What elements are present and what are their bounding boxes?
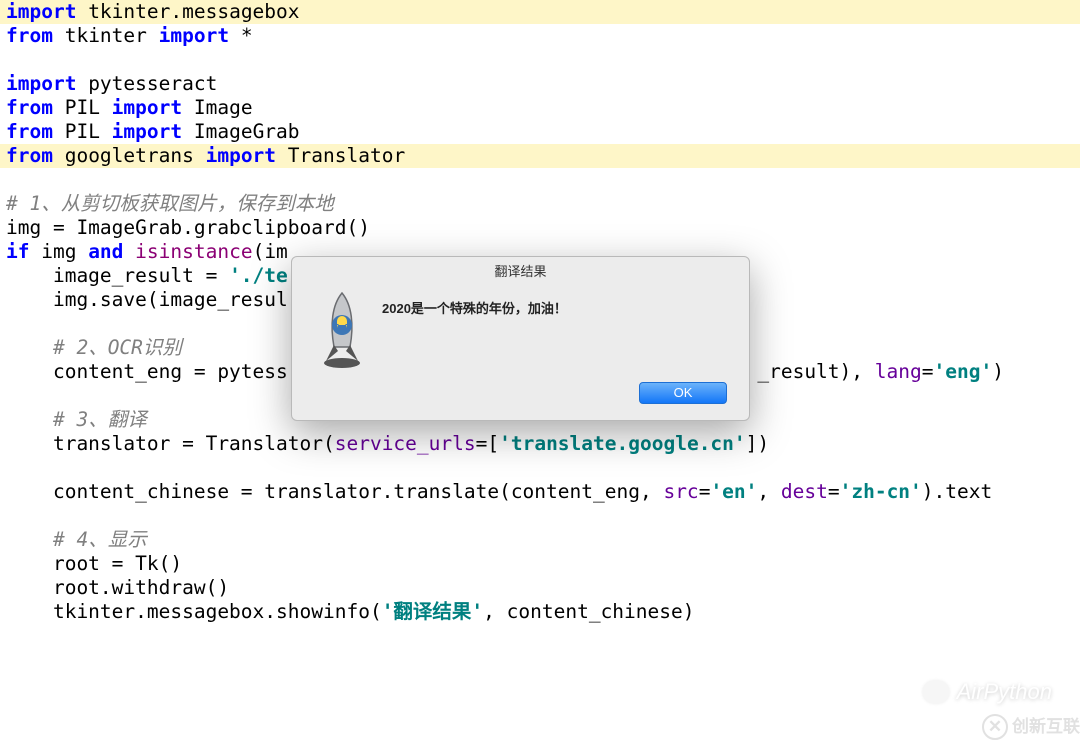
code-token: content_chinese = translator.translate(c… bbox=[6, 480, 663, 503]
code-token: img = ImageGrab.grabclipboard() bbox=[6, 216, 370, 239]
code-token: = bbox=[828, 480, 840, 503]
code-token: PIL bbox=[53, 96, 112, 119]
code-token: ).text bbox=[922, 480, 992, 503]
code-token: import bbox=[159, 24, 229, 47]
code-token: PIL bbox=[53, 120, 112, 143]
code-line: # 4、显示 bbox=[0, 528, 1080, 552]
code-token: lang bbox=[875, 360, 922, 383]
code-token: tkinter bbox=[53, 24, 159, 47]
code-token: , content_chinese) bbox=[483, 600, 694, 623]
wechat-icon bbox=[923, 681, 949, 703]
code-token bbox=[6, 336, 53, 359]
code-token: = bbox=[922, 360, 934, 383]
dialog-body: 2020是一个特殊的年份，加油！ bbox=[292, 279, 749, 365]
code-token: from bbox=[6, 144, 53, 167]
code-line: import pytesseract bbox=[0, 72, 1080, 96]
code-token: import bbox=[6, 0, 76, 23]
code-token bbox=[6, 408, 53, 431]
code-line: tkinter.messagebox.showinfo('翻译结果', cont… bbox=[0, 600, 1080, 624]
code-token: # 4、显示 bbox=[53, 528, 147, 551]
code-token: import bbox=[112, 96, 182, 119]
code-token: pytesseract bbox=[76, 72, 217, 95]
code-token: dest bbox=[781, 480, 828, 503]
code-line: root = Tk() bbox=[0, 552, 1080, 576]
code-token: root = Tk() bbox=[6, 552, 182, 575]
code-token: from bbox=[6, 24, 53, 47]
code-token: ]) bbox=[746, 432, 769, 455]
code-token: './te bbox=[229, 264, 288, 287]
watermark-brand-label: 创新互联 bbox=[1012, 715, 1080, 739]
dialog-title: 翻译结果 bbox=[292, 257, 749, 279]
code-token: if bbox=[6, 240, 29, 263]
code-token: =[ bbox=[476, 432, 499, 455]
brand-badge-icon: ✕ bbox=[982, 714, 1008, 740]
watermark-wechat: AirPython bbox=[923, 680, 1052, 704]
code-line: from googletrans import Translator bbox=[0, 144, 1080, 168]
ok-button[interactable]: OK bbox=[639, 382, 727, 404]
code-line: from PIL import Image bbox=[0, 96, 1080, 120]
code-token: img.save(image_resul bbox=[6, 288, 288, 311]
watermark-brand: ✕ 创新互联 bbox=[982, 714, 1080, 740]
code-token: service_urls bbox=[335, 432, 476, 455]
code-line: root.withdraw() bbox=[0, 576, 1080, 600]
code-line bbox=[0, 456, 1080, 480]
code-token: # 2、OCR识别 bbox=[53, 336, 182, 359]
dialog-actions: OK bbox=[639, 382, 727, 404]
code-token: src bbox=[663, 480, 698, 503]
code-token: translator = Translator( bbox=[6, 432, 335, 455]
code-token bbox=[6, 528, 53, 551]
code-token: tkinter.messagebox.showinfo( bbox=[6, 600, 382, 623]
code-line bbox=[0, 504, 1080, 528]
code-line bbox=[0, 168, 1080, 192]
code-token: from bbox=[6, 120, 53, 143]
code-line: from PIL import ImageGrab bbox=[0, 120, 1080, 144]
code-token: ImageGrab bbox=[182, 120, 299, 143]
code-token: 'translate.google.cn' bbox=[499, 432, 746, 455]
code-token: 'zh-cn' bbox=[840, 480, 922, 503]
code-token: tkinter.messagebox bbox=[76, 0, 299, 23]
code-token: * bbox=[229, 24, 252, 47]
code-token: image_result = bbox=[6, 264, 229, 287]
code-token: isinstance bbox=[135, 240, 252, 263]
code-token: img bbox=[29, 240, 88, 263]
messagebox-dialog: 翻译结果 2020是一个特殊的年份，加油！ OK bbox=[291, 256, 750, 421]
code-line bbox=[0, 48, 1080, 72]
code-line: from tkinter import * bbox=[0, 24, 1080, 48]
code-token: # 3、翻译 bbox=[53, 408, 147, 431]
code-token: ) bbox=[992, 360, 1004, 383]
code-line: translator = Translator(service_urls=['t… bbox=[0, 432, 1080, 456]
code-line: import tkinter.messagebox bbox=[0, 0, 1080, 24]
code-token bbox=[123, 240, 135, 263]
code-line: img = ImageGrab.grabclipboard() bbox=[0, 216, 1080, 240]
python-rocket-icon bbox=[312, 285, 372, 365]
code-token: = bbox=[699, 480, 711, 503]
code-token: Translator bbox=[276, 144, 405, 167]
code-token: root.withdraw() bbox=[6, 576, 229, 599]
code-token: import bbox=[206, 144, 276, 167]
code-token: # 1、从剪切板获取图片，保存到本地 bbox=[6, 192, 334, 215]
code-token: import bbox=[112, 120, 182, 143]
code-token: and bbox=[88, 240, 123, 263]
dialog-message: 2020是一个特殊的年份，加油！ bbox=[372, 285, 729, 365]
code-token: 'eng' bbox=[933, 360, 992, 383]
code-token: , bbox=[757, 480, 780, 503]
code-token: Image bbox=[182, 96, 252, 119]
code-token: (im bbox=[253, 240, 288, 263]
code-token: googletrans bbox=[53, 144, 206, 167]
code-token: from bbox=[6, 96, 53, 119]
watermark-wechat-label: AirPython bbox=[957, 680, 1052, 704]
code-line: # 1、从剪切板获取图片，保存到本地 bbox=[0, 192, 1080, 216]
code-token: import bbox=[6, 72, 76, 95]
code-token: 'en' bbox=[710, 480, 757, 503]
code-token: '翻译结果' bbox=[382, 600, 483, 623]
code-line: content_chinese = translator.translate(c… bbox=[0, 480, 1080, 504]
